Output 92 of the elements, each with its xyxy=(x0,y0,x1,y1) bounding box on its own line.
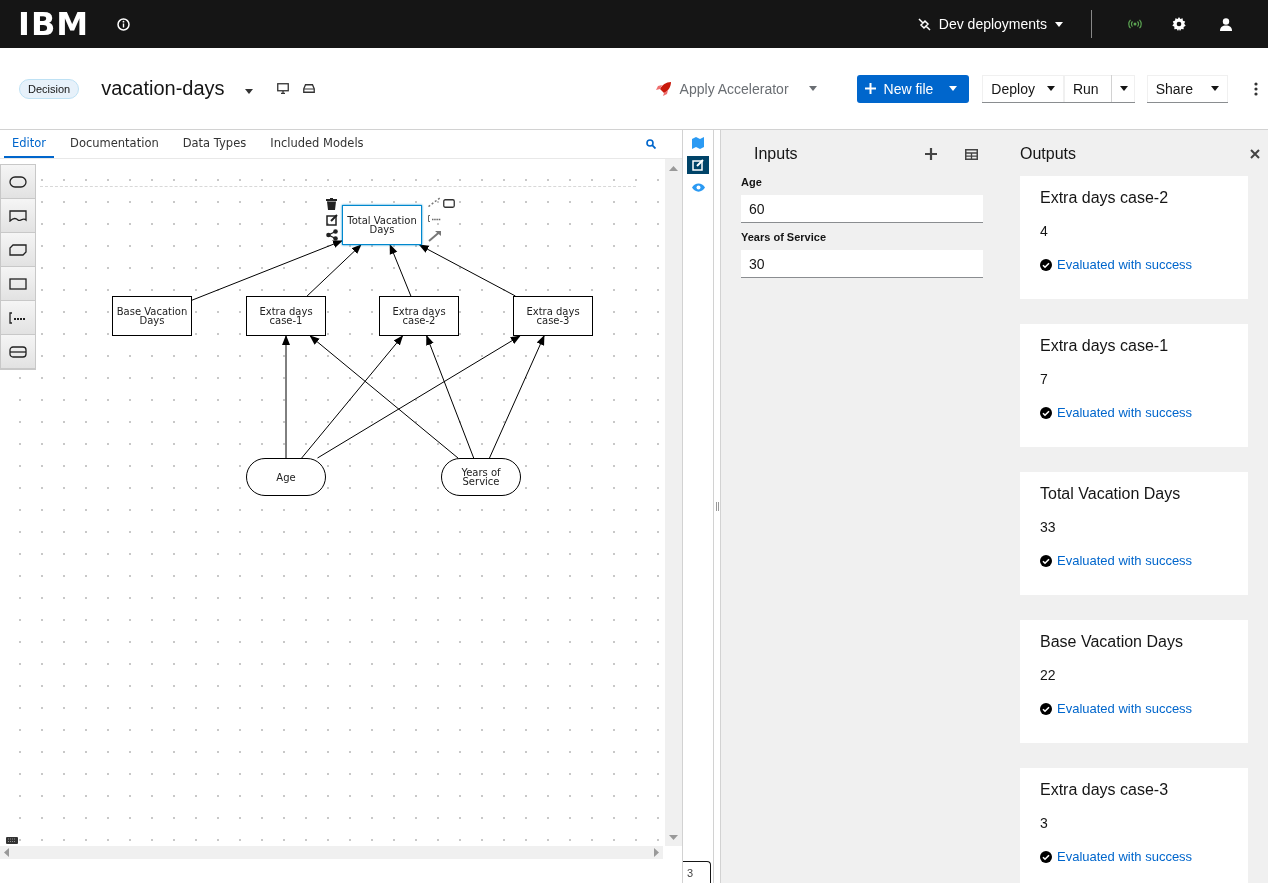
palette-button[interactable] xyxy=(1,233,35,267)
caret-icon xyxy=(1046,86,1055,91)
output-value: 7 xyxy=(1040,371,1049,387)
caret-icon xyxy=(1055,21,1063,27)
rocket-icon xyxy=(655,81,672,96)
caret-icon xyxy=(1119,86,1128,91)
decision-node[interactable]: Extra days case-3 xyxy=(513,296,593,336)
kebab-menu-icon[interactable] xyxy=(1254,81,1258,96)
output-title: Extra days case-3 xyxy=(1040,781,1170,799)
output-value: 22 xyxy=(1040,667,1057,683)
rectangle-icon[interactable] xyxy=(443,199,455,208)
arrow-icon[interactable] xyxy=(428,230,441,242)
check-circle-icon xyxy=(1040,406,1052,419)
check-circle-icon xyxy=(1040,850,1052,863)
table-icon[interactable] xyxy=(965,148,978,160)
output-value: 33 xyxy=(1040,519,1057,535)
editor-tab[interactable]: Included Models xyxy=(262,130,372,158)
palette-button[interactable] xyxy=(1,267,35,301)
file-title: vacation-days xyxy=(101,77,225,100)
desktop-icon[interactable] xyxy=(276,83,289,94)
logo: IBM xyxy=(18,8,90,40)
decision-node[interactable]: Base Vacation Days xyxy=(112,296,192,336)
deploy-dropdown[interactable]: Deploy xyxy=(982,74,1064,102)
edit-icon xyxy=(692,159,704,171)
decision-service-icon xyxy=(9,345,27,358)
share-icon[interactable] xyxy=(326,229,338,241)
run-dropdown[interactable]: Run xyxy=(1063,74,1135,102)
input-data-icon xyxy=(9,175,27,188)
input-field[interactable]: 30 xyxy=(741,250,983,278)
keyboard-icon[interactable] xyxy=(6,837,18,844)
status-link[interactable]: Evaluated with success xyxy=(1057,701,1193,716)
status-link[interactable]: Evaluated with success xyxy=(1057,257,1193,272)
palette-button[interactable] xyxy=(1,199,35,233)
output-value: 3 xyxy=(1040,815,1049,831)
status-link[interactable]: Evaluated with success xyxy=(1057,849,1193,864)
edit-icon[interactable] xyxy=(326,214,338,226)
palette-button[interactable] xyxy=(1,165,35,199)
status-link[interactable]: Evaluated with success xyxy=(1057,553,1193,568)
deployments-dropdown[interactable]: Dev deployments xyxy=(909,16,1071,32)
info-icon[interactable] xyxy=(117,17,131,31)
close-icon[interactable] xyxy=(1250,149,1260,159)
check-circle-icon xyxy=(1040,554,1052,567)
knowledge-source-icon xyxy=(9,209,27,222)
decision-badge: Decision xyxy=(19,78,80,99)
settings-icon[interactable] xyxy=(1172,17,1186,31)
outputs-heading: Outputs xyxy=(1020,145,1077,163)
input-field[interactable]: 60 xyxy=(741,195,983,223)
knowledge-model-icon xyxy=(9,243,27,256)
field-label: Years of Service xyxy=(741,231,827,243)
decision-icon xyxy=(9,277,27,290)
new-file-button[interactable]: New file xyxy=(856,74,970,103)
drive-icon[interactable] xyxy=(302,84,315,93)
status-link[interactable]: Evaluated with success xyxy=(1057,405,1193,420)
connector-icon[interactable] xyxy=(428,197,441,207)
inputs-heading: Inputs xyxy=(754,145,798,163)
output-value: 4 xyxy=(1040,223,1049,239)
editor-tab[interactable]: Documentation xyxy=(62,130,167,158)
palette-button[interactable] xyxy=(1,301,35,335)
resize-handle-icon[interactable] xyxy=(715,502,719,511)
palette-button[interactable] xyxy=(1,335,35,369)
title-caret-icon xyxy=(244,88,253,94)
user-icon[interactable] xyxy=(1220,17,1232,31)
side-tool-button[interactable] xyxy=(687,156,709,174)
annotation-icon xyxy=(9,311,27,324)
share-dropdown[interactable]: Share xyxy=(1146,74,1228,102)
connector-arrow xyxy=(389,244,412,297)
field-label: Age xyxy=(741,176,763,188)
satellite-icon xyxy=(917,17,931,31)
search-icon[interactable] xyxy=(646,139,656,149)
caret-icon xyxy=(808,86,817,91)
editor-tab[interactable]: Data Types xyxy=(174,130,255,158)
input-data-node[interactable]: Years of Service xyxy=(441,458,521,496)
delete-icon[interactable] xyxy=(326,198,337,210)
caret-icon xyxy=(949,86,958,91)
check-circle-icon xyxy=(1040,258,1052,271)
eye-icon xyxy=(691,182,705,192)
output-title: Extra days case-1 xyxy=(1040,337,1170,355)
output-title: Base Vacation Days xyxy=(1040,633,1184,651)
decision-node[interactable]: Total Vacation Days xyxy=(342,205,422,245)
decision-node[interactable]: Extra days case-1 xyxy=(246,296,326,336)
check-circle-icon xyxy=(1040,702,1052,715)
decision-node[interactable]: Extra days case-2 xyxy=(379,296,459,336)
plus-icon xyxy=(864,83,876,94)
count-tab[interactable]: 3 xyxy=(683,861,711,883)
output-title: Total Vacation Days xyxy=(1040,485,1182,503)
signal-icon[interactable] xyxy=(1128,19,1142,29)
caret-icon xyxy=(1211,86,1219,91)
add-icon[interactable] xyxy=(925,148,937,160)
output-title: Extra days case-2 xyxy=(1040,189,1170,207)
input-data-node[interactable]: Age xyxy=(246,458,326,496)
annotation-icon[interactable] xyxy=(428,215,441,222)
map-icon xyxy=(692,137,704,149)
